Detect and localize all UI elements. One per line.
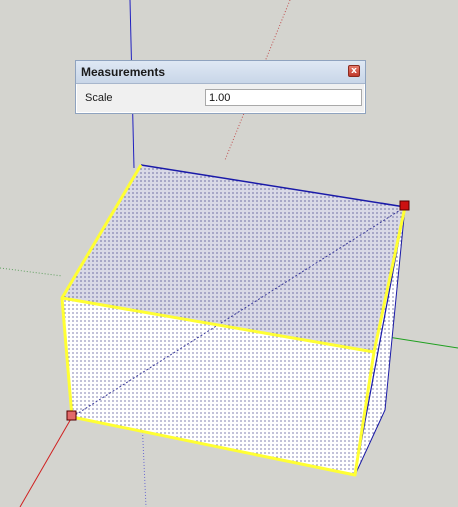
green-axis-dotted-line <box>0 267 63 277</box>
scale-input[interactable] <box>205 89 362 106</box>
measurements-dialog: Measurements x Scale <box>75 60 366 114</box>
close-button[interactable]: x <box>348 65 360 77</box>
close-icon: x <box>351 65 357 76</box>
dialog-titlebar[interactable]: Measurements x <box>76 61 365 84</box>
scale-grip-bottom-left[interactable] <box>66 410 77 421</box>
dialog-title: Measurements <box>81 65 166 79</box>
red-axis-line <box>19 416 73 507</box>
green-axis-line <box>387 336 458 349</box>
scale-label: Scale <box>85 92 113 104</box>
scale-grip-top-right[interactable] <box>399 200 410 211</box>
scale-field-row: Scale <box>76 85 365 111</box>
